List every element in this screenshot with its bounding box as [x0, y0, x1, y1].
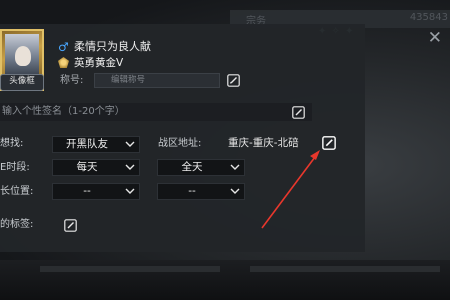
time-range-value: 全天 — [181, 161, 203, 173]
time-day-select[interactable]: 每天 — [52, 159, 140, 176]
chevron-down-icon — [125, 164, 135, 170]
edit-title-button[interactable] — [226, 73, 240, 87]
top-tab-right: 435843 — [409, 12, 448, 23]
chevron-down-icon — [125, 141, 135, 147]
background-stripe — [40, 266, 220, 272]
position-label: 长位置: — [0, 186, 34, 197]
find-label: 想找: — [0, 138, 24, 149]
position-value-1: -- — [83, 185, 91, 197]
chevron-down-icon — [230, 188, 240, 194]
find-select[interactable]: 开黑队友 — [52, 136, 140, 153]
edit-signature-button[interactable] — [291, 105, 305, 119]
nickname: 柔情只为良人献 — [74, 40, 151, 53]
position-value-2: -- — [188, 185, 196, 197]
rank-name: 英勇黄金Ⅴ — [74, 57, 124, 69]
signature-placeholder: 输入个性签名（1-20个字） — [2, 106, 125, 117]
zone-address-label: 战区地址: — [158, 138, 202, 149]
edit-icon — [291, 105, 305, 119]
close-icon[interactable]: ✕ — [428, 28, 442, 48]
title-label: 称号: — [60, 75, 84, 86]
time-range-select[interactable]: 全天 — [157, 159, 245, 176]
time-label: E时段: — [0, 162, 30, 173]
background-stripe — [250, 266, 440, 272]
avatar-frame[interactable]: 头像框 — [0, 29, 44, 91]
find-select-value: 开黑队友 — [66, 138, 108, 150]
chevron-down-icon — [125, 188, 135, 194]
signature-input[interactable]: 输入个性签名（1-20个字） — [0, 103, 312, 121]
edit-icon — [63, 218, 77, 232]
male-gender-icon: ♂ — [58, 40, 69, 54]
edit-icon — [322, 136, 336, 150]
tags-label: 的标签: — [0, 219, 34, 230]
avatar-frame-caption: 头像框 — [0, 74, 44, 91]
position-select-2[interactable]: -- — [157, 183, 245, 200]
avatar-image — [5, 34, 39, 75]
zone-address-value: 重庆-重庆-北碚 — [228, 137, 299, 149]
edit-icon — [226, 73, 240, 87]
title-input[interactable]: 编辑称号 — [94, 73, 220, 88]
position-select-1[interactable]: -- — [52, 183, 140, 200]
chevron-down-icon — [230, 164, 240, 170]
edit-zone-address-button[interactable] — [322, 136, 336, 150]
time-day-value: 每天 — [76, 161, 98, 173]
edit-tags-button[interactable] — [63, 218, 77, 232]
